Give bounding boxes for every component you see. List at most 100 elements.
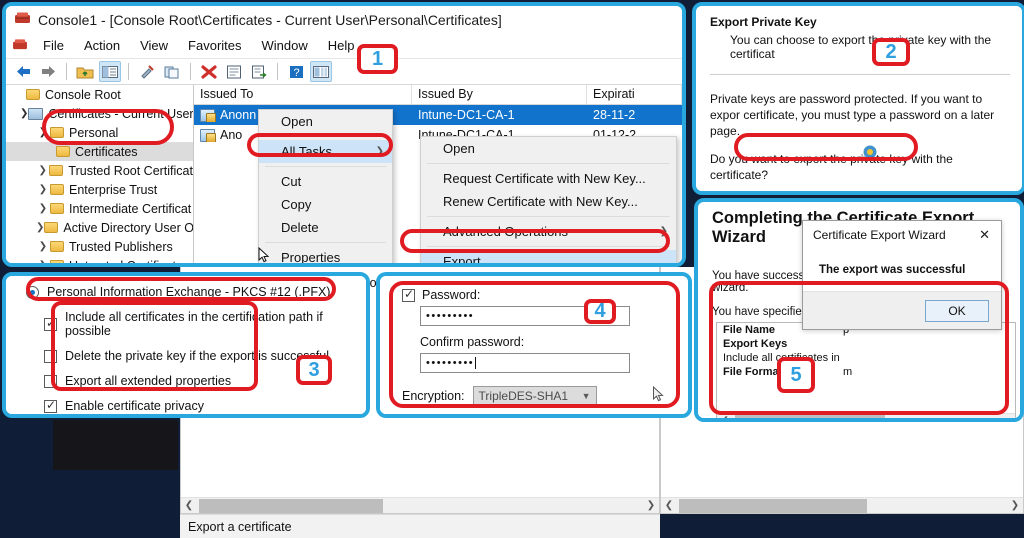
forward-arrow-icon[interactable]: [37, 61, 59, 82]
radio-label: Yes, export the private key: [752, 192, 899, 195]
chevron-right-icon: ❯: [375, 146, 384, 157]
export-list-icon[interactable]: [248, 61, 270, 82]
toolbar-separator: [277, 63, 278, 80]
checkbox-unchecked-icon: [44, 374, 57, 388]
chevron-right-icon[interactable]: ❯: [36, 184, 50, 195]
tree-item-label: Untrusted Certificates: [69, 259, 189, 264]
setting-key: Export Keys: [723, 338, 788, 350]
confirm-password-input[interactable]: •••••••••: [420, 353, 630, 373]
radio-pkcs12[interactable]: Personal Information Exchange - PKCS #12…: [26, 285, 356, 299]
submenu-item-open[interactable]: Open: [421, 137, 676, 160]
radio-yes-export-private-key[interactable]: Yes, export the private key: [732, 192, 1010, 195]
scroll-thumb[interactable]: [679, 498, 867, 513]
menu-item-cut[interactable]: Cut: [259, 170, 392, 193]
menu-separator: [427, 163, 670, 164]
cell-issued-to: Anonn: [220, 108, 257, 122]
copy-icon[interactable]: [161, 61, 183, 82]
dialog-title-bar: Certificate Export Wizard ✕: [803, 221, 1001, 248]
properties-page-icon[interactable]: [223, 61, 245, 82]
chevron-down-icon[interactable]: ❯: [20, 108, 28, 119]
column-header-issued-to[interactable]: Issued To: [194, 85, 412, 104]
menu-item-properties[interactable]: Properties: [259, 246, 392, 263]
show-hide-tree-icon[interactable]: [99, 61, 121, 82]
tree-item-label: Intermediate Certificat: [69, 201, 192, 216]
settings-list[interactable]: File Name p Export Keys Include all cert…: [716, 322, 1016, 418]
scroll-left-icon[interactable]: ❮: [181, 500, 197, 511]
delete-icon[interactable]: [198, 61, 220, 82]
tree-item-active-directory[interactable]: ❯ Active Directory User O: [6, 218, 193, 237]
chevron-down-icon[interactable]: ❯: [36, 127, 50, 138]
help-icon[interactable]: ?: [285, 61, 307, 82]
list-horizontal-scrollbar[interactable]: ❮ ❯: [661, 497, 1023, 513]
context-submenu: Open Request Certificate with New Key...…: [420, 136, 677, 263]
checkbox-label: Export all extended properties: [65, 374, 232, 388]
tree-item-intermediate[interactable]: ❯ Intermediate Certificat: [6, 199, 193, 218]
tree-item-personal[interactable]: ❯ Personal: [6, 123, 193, 142]
menu-action[interactable]: Action: [76, 36, 128, 55]
checkbox-label: Include all certificates in the certific…: [65, 310, 323, 338]
chevron-right-icon[interactable]: ❯: [36, 203, 50, 214]
ok-button[interactable]: OK: [925, 299, 989, 322]
properties-icon[interactable]: [136, 61, 158, 82]
menu-item-copy[interactable]: Copy: [259, 193, 392, 216]
submenu-item-advanced-operations[interactable]: Advanced Operations ❯: [421, 220, 676, 243]
close-icon[interactable]: ✕: [974, 227, 995, 243]
chevron-down-icon: ▼: [581, 391, 591, 401]
chevron-right-icon[interactable]: ❯: [36, 165, 49, 176]
menu-file[interactable]: File: [35, 36, 72, 55]
chevron-right-icon[interactable]: ❯: [36, 241, 50, 252]
column-header-expiration[interactable]: Expirati: [587, 85, 682, 104]
checkbox-password[interactable]: Password:: [402, 287, 672, 302]
encryption-row: Encryption: TripleDES-SHA1 ▼: [402, 386, 672, 406]
tree-item-label: Console Root: [45, 87, 121, 102]
tree-item-untrusted[interactable]: ❯ Untrusted Certificates: [6, 256, 193, 263]
tree-item-certificates-current-user[interactable]: ❯ Certificates - Current User: [6, 104, 193, 123]
certificate-icon: [200, 128, 216, 142]
menu-window[interactable]: Window: [254, 36, 316, 55]
cell-issued-to: Ano: [220, 128, 243, 142]
view-icon[interactable]: [310, 61, 332, 82]
scroll-left-icon[interactable]: ❮: [661, 500, 677, 511]
chevron-right-icon[interactable]: ❯: [36, 260, 50, 263]
encryption-select[interactable]: TripleDES-SHA1 ▼: [472, 386, 597, 406]
submenu-item-request-certificate[interactable]: Request Certificate with New Key...: [421, 167, 676, 190]
chevron-right-icon[interactable]: ❯: [36, 222, 44, 233]
settings-horizontal-scrollbar[interactable]: ❮: [717, 413, 1015, 418]
radio-label: Personal Information Exchange - PKCS #12…: [47, 285, 331, 299]
dialog-message: The export was successful: [819, 264, 966, 276]
tree-item-trusted-publishers[interactable]: ❯ Trusted Publishers: [6, 237, 193, 256]
list-item: Include all certificates in: [717, 351, 1015, 365]
tree-item-console-root[interactable]: Console Root: [6, 85, 193, 104]
status-text: Export a certificate: [188, 519, 292, 534]
step-badge-1: 1: [357, 44, 398, 74]
menu-item-open[interactable]: Open: [259, 110, 392, 133]
tree-item-trusted-root[interactable]: ❯ Trusted Root Certificat: [6, 161, 194, 180]
folder-icon: [44, 222, 59, 233]
tree-item-certificates[interactable]: Certificates: [6, 142, 193, 161]
menu-item-all-tasks[interactable]: All Tasks ❯: [259, 140, 392, 163]
scroll-left-icon[interactable]: ❮: [717, 416, 733, 418]
menu-view[interactable]: View: [132, 36, 176, 55]
checkbox-enable-certificate-privacy[interactable]: Enable certificate privacy: [44, 398, 356, 413]
checkbox-include-all-certificates[interactable]: Include all certificates in the certific…: [44, 310, 356, 338]
checkbox-label: Password:: [422, 288, 481, 302]
submenu-item-export[interactable]: Export...: [421, 250, 676, 263]
scroll-thumb[interactable]: [199, 498, 383, 513]
radio-selected-icon: [732, 192, 745, 195]
menu-item-delete[interactable]: Delete: [259, 216, 392, 239]
encryption-value: TripleDES-SHA1: [478, 389, 569, 403]
column-header-issued-by[interactable]: Issued By: [412, 85, 587, 104]
up-folder-icon[interactable]: [74, 61, 96, 82]
tree-item-enterprise-trust[interactable]: ❯ Enterprise Trust: [6, 180, 193, 199]
menu-favorites[interactable]: Favorites: [180, 36, 249, 55]
checkbox-checked-icon: [402, 287, 415, 302]
step-badge-4: 4: [584, 299, 616, 324]
scroll-right-icon[interactable]: ❯: [1007, 500, 1023, 511]
folder-icon: [56, 146, 70, 157]
submenu-item-renew-certificate[interactable]: Renew Certificate with New Key...: [421, 190, 676, 213]
folder-icon: [49, 165, 64, 176]
scroll-thumb[interactable]: [735, 414, 885, 418]
back-arrow-icon[interactable]: [12, 61, 34, 82]
tree-horizontal-scrollbar[interactable]: ❮ ❯: [181, 497, 659, 513]
scroll-right-icon[interactable]: ❯: [643, 500, 659, 511]
